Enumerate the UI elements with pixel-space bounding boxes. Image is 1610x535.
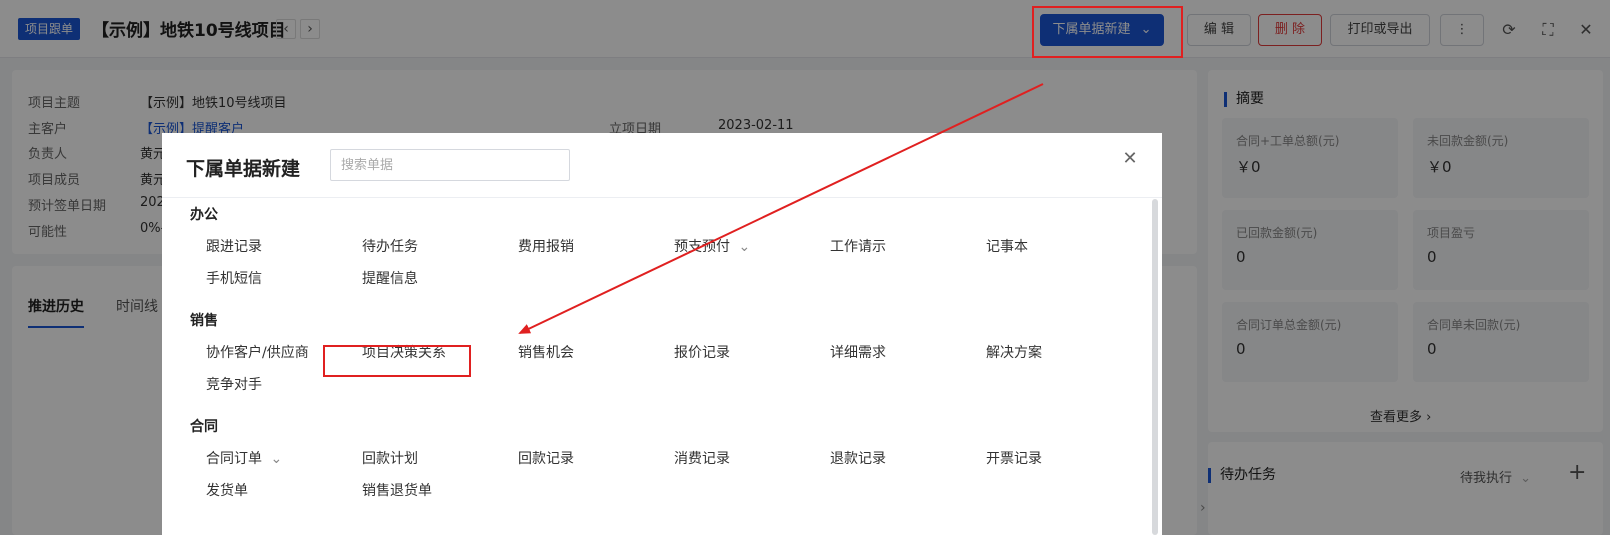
annotation-arrow <box>518 83 1044 334</box>
